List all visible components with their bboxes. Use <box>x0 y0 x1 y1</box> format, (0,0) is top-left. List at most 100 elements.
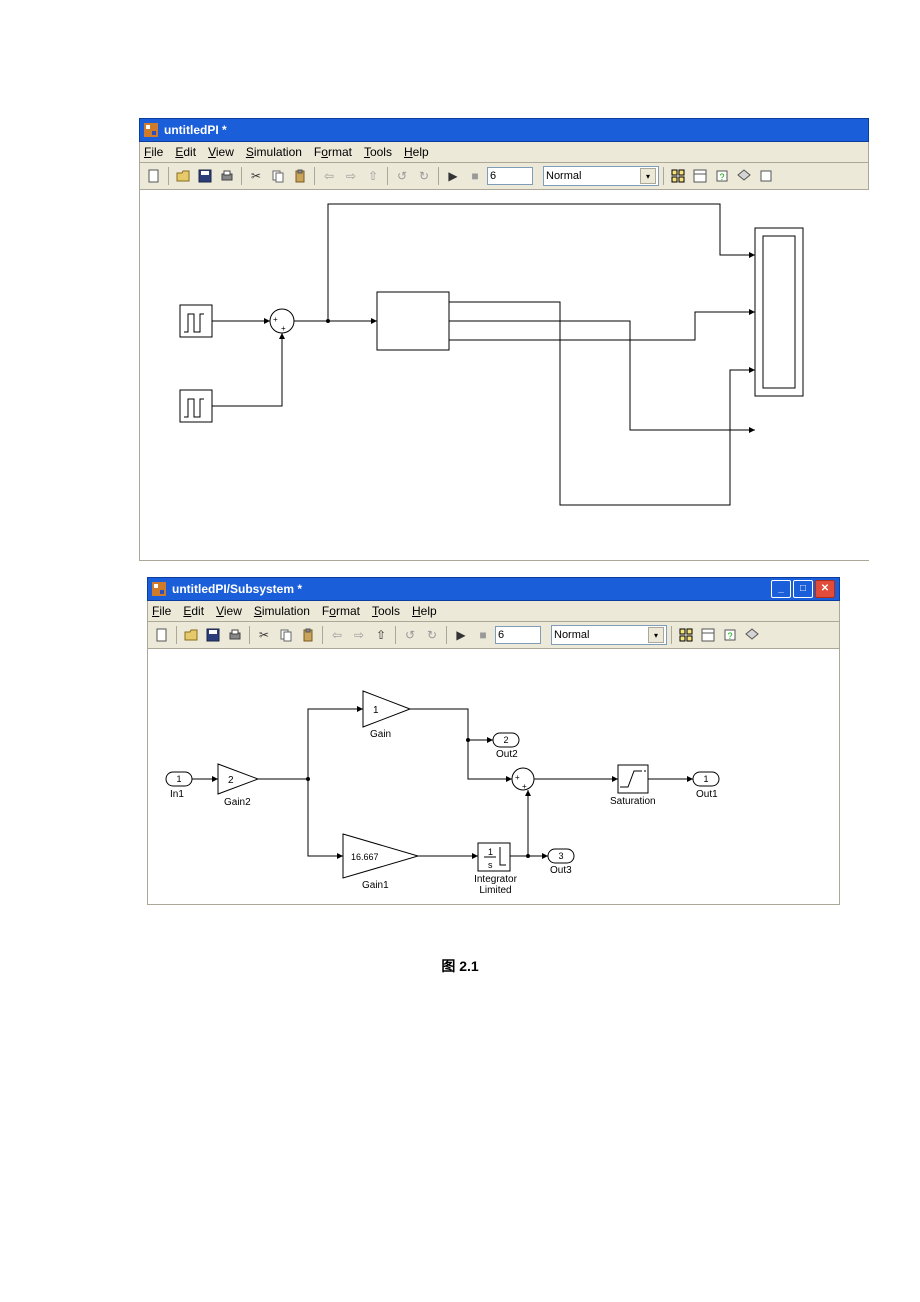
figure-caption: 图 2.1 <box>0 956 920 976</box>
save-button[interactable] <box>203 625 223 645</box>
separator <box>671 626 672 644</box>
svg-text:1: 1 <box>703 774 708 784</box>
back-button[interactable]: ⇦ <box>319 166 339 186</box>
new-button[interactable] <box>144 166 164 186</box>
titlebar[interactable]: untitledPI/Subsystem * _ □ ✕ <box>147 577 840 601</box>
redo-button[interactable]: ↻ <box>414 166 434 186</box>
print-button[interactable] <box>225 625 245 645</box>
out2-label: Out2 <box>496 749 518 760</box>
menu-help[interactable]: Help <box>412 604 437 618</box>
menu-file[interactable]: File <box>144 145 163 159</box>
play-button[interactable]: ▶ <box>451 625 471 645</box>
forward-button[interactable]: ⇨ <box>341 166 361 186</box>
up-button[interactable]: ⇧ <box>363 166 383 186</box>
new-button[interactable] <box>152 625 172 645</box>
separator <box>314 167 315 185</box>
menu-edit[interactable]: Edit <box>175 145 196 159</box>
window-subsystem: untitledPI/Subsystem * _ □ ✕ File Edit V… <box>147 577 840 905</box>
diagram-subsystem: 1 2 1 16.667 1 s + + <box>148 649 841 904</box>
menu-view[interactable]: View <box>208 145 234 159</box>
svg-text:s: s <box>488 860 493 870</box>
model-explorer-button[interactable] <box>698 625 718 645</box>
close-button[interactable]: ✕ <box>815 580 835 598</box>
print-button[interactable] <box>217 166 237 186</box>
out1-label: Out1 <box>696 789 718 800</box>
copy-button[interactable] <box>276 625 296 645</box>
sim-mode-value: Normal <box>554 629 589 641</box>
saturation-label: Saturation <box>610 796 656 807</box>
minimize-button[interactable]: _ <box>771 580 791 598</box>
integrator-label: IntegratorLimited <box>468 874 523 896</box>
cut-button[interactable]: ✂ <box>246 166 266 186</box>
separator <box>241 167 242 185</box>
menu-file[interactable]: File <box>152 604 171 618</box>
menu-tools[interactable]: Tools <box>372 604 400 618</box>
toolbar: ✂ ⇦ ⇨ ⇧ ↺ ↻ ▶ ■ Normal ▾ ? <box>139 163 869 190</box>
undo-button[interactable]: ↺ <box>392 166 412 186</box>
gain-label: Gain <box>370 729 391 740</box>
svg-text:+: + <box>273 315 278 324</box>
sim-mode-select[interactable]: Normal ▾ <box>551 625 667 645</box>
separator <box>395 626 396 644</box>
menu-view[interactable]: View <box>216 604 242 618</box>
refresh-button[interactable] <box>756 166 776 186</box>
out3-label: Out3 <box>550 865 572 876</box>
menubar[interactable]: File Edit View Simulation Format Tools H… <box>139 142 869 163</box>
sim-mode-select[interactable]: Normal ▾ <box>543 166 659 186</box>
open-button[interactable] <box>181 625 201 645</box>
up-button[interactable]: ⇧ <box>371 625 391 645</box>
debug-button[interactable]: ? <box>720 625 740 645</box>
menu-edit[interactable]: Edit <box>183 604 204 618</box>
separator <box>663 167 664 185</box>
model-explorer-button[interactable] <box>690 166 710 186</box>
copy-button[interactable] <box>268 166 288 186</box>
redo-button[interactable]: ↻ <box>422 625 442 645</box>
sim-mode-value: Normal <box>546 170 581 182</box>
undo-button[interactable]: ↺ <box>400 625 420 645</box>
back-button[interactable]: ⇦ <box>327 625 347 645</box>
svg-text:16.667: 16.667 <box>351 852 379 862</box>
window-title: untitledPI/Subsystem * <box>172 582 769 596</box>
menu-tools[interactable]: Tools <box>364 145 392 159</box>
stoptime-input[interactable] <box>487 167 533 185</box>
svg-text:?: ? <box>727 631 732 641</box>
svg-text:+: + <box>522 782 527 791</box>
menu-simulation[interactable]: Simulation <box>254 604 310 618</box>
svg-text:3: 3 <box>558 851 563 861</box>
menu-help[interactable]: Help <box>404 145 429 159</box>
debug-button[interactable]: ? <box>712 166 732 186</box>
separator <box>387 167 388 185</box>
separator <box>176 626 177 644</box>
separator <box>322 626 323 644</box>
build-button[interactable] <box>742 625 762 645</box>
stoptime-input[interactable] <box>495 626 541 644</box>
chevron-down-icon: ▾ <box>648 627 664 643</box>
svg-text:2: 2 <box>503 735 508 745</box>
menu-format[interactable]: Format <box>314 145 352 159</box>
play-button[interactable]: ▶ <box>443 166 463 186</box>
build-button[interactable] <box>734 166 754 186</box>
svg-text:?: ? <box>719 172 724 182</box>
cut-button[interactable]: ✂ <box>254 625 274 645</box>
save-button[interactable] <box>195 166 215 186</box>
open-button[interactable] <box>173 166 193 186</box>
stop-button[interactable]: ■ <box>465 166 485 186</box>
forward-button[interactable]: ⇨ <box>349 625 369 645</box>
paste-button[interactable] <box>298 625 318 645</box>
svg-text:2: 2 <box>228 775 234 786</box>
svg-text:1: 1 <box>176 774 181 784</box>
model-canvas-subsystem[interactable]: 1 2 1 16.667 1 s + + <box>147 649 840 905</box>
separator <box>446 626 447 644</box>
maximize-button[interactable]: □ <box>793 580 813 598</box>
titlebar[interactable]: untitledPI * <box>139 118 869 142</box>
menubar[interactable]: File Edit View Simulation Format Tools H… <box>147 601 840 622</box>
library-button[interactable] <box>668 166 688 186</box>
menu-format[interactable]: Format <box>322 604 360 618</box>
paste-button[interactable] <box>290 166 310 186</box>
separator <box>249 626 250 644</box>
model-canvas-main[interactable]: + + <box>139 190 869 561</box>
stop-button[interactable]: ■ <box>473 625 493 645</box>
library-button[interactable] <box>676 625 696 645</box>
window-main: untitledPI * File Edit View Simulation F… <box>139 118 869 561</box>
menu-simulation[interactable]: Simulation <box>246 145 302 159</box>
